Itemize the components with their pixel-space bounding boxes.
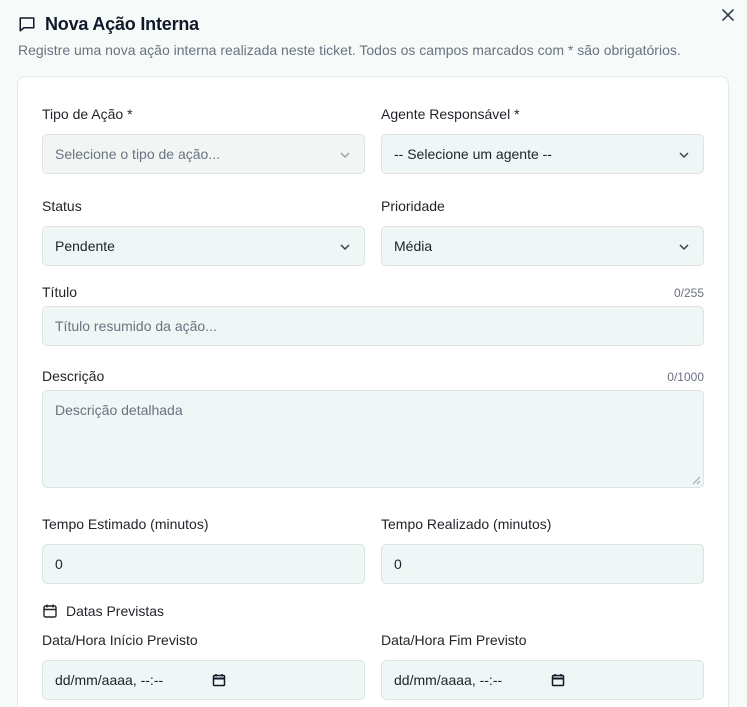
titulo-input[interactable]: Título resumido da ação... [42, 306, 704, 346]
fim-previsto-label: Data/Hora Fim Previsto [381, 632, 527, 648]
titulo-field: Título 0/255 Título resumido da ação... [42, 284, 704, 346]
tempo-realizado-input[interactable]: 0 [381, 544, 704, 584]
tempo-estimado-input[interactable]: 0 [42, 544, 365, 584]
titulo-counter: 0/255 [673, 286, 704, 300]
tempo-estimado-value: 0 [55, 556, 63, 572]
calendar-icon [43, 604, 57, 618]
inicio-previsto-value: dd/mm/aaaa, --:-- [55, 672, 164, 688]
descricao-placeholder: Descrição detalhada [55, 402, 183, 418]
fim-previsto-input[interactable]: dd/mm/aaaa, --:-- [381, 660, 704, 700]
tempo-realizado-value: 0 [394, 556, 402, 572]
prioridade-field: Prioridade Média [381, 198, 704, 266]
tipo-acao-field: Tipo de Ação * Selecione o tipo de ação.… [42, 106, 365, 174]
descricao-field: Descrição 0/1000 Descrição detalhada [42, 368, 704, 488]
datas-previstas-label: Datas Previstas [66, 603, 165, 619]
inicio-previsto-field: Data/Hora Início Previsto dd/mm/aaaa, --… [42, 632, 365, 700]
descricao-counter: 0/1000 [667, 370, 704, 384]
descricao-label: Descrição [42, 368, 105, 384]
close-button[interactable] [719, 6, 737, 24]
agente-value: -- Selecione um agente -- [394, 146, 552, 162]
tempo-realizado-field: Tempo Realizado (minutos) 0 [381, 516, 704, 584]
chevron-down-icon [679, 152, 689, 159]
tempo-realizado-label: Tempo Realizado (minutos) [381, 516, 552, 532]
calendar-picker-icon[interactable] [212, 673, 226, 687]
prioridade-label: Prioridade [381, 198, 445, 214]
status-label: Status [42, 198, 82, 214]
titulo-label: Título [42, 284, 78, 300]
agente-select[interactable]: -- Selecione um agente -- [381, 134, 704, 174]
resize-handle-icon[interactable] [692, 476, 701, 485]
prioridade-select[interactable]: Média [381, 226, 704, 266]
inicio-previsto-input[interactable]: dd/mm/aaaa, --:-- [42, 660, 365, 700]
calendar-picker-icon[interactable] [551, 673, 565, 687]
status-select[interactable]: Pendente [42, 226, 365, 266]
chevron-down-icon [679, 244, 689, 251]
tempo-estimado-field: Tempo Estimado (minutos) 0 [42, 516, 365, 584]
status-value: Pendente [55, 238, 115, 254]
tipo-acao-label: Tipo de Ação * [42, 106, 133, 122]
message-square-icon [18, 15, 36, 33]
chevron-down-icon [340, 244, 350, 251]
prioridade-value: Média [394, 238, 433, 254]
title-row: Nova Ação Interna [18, 12, 729, 36]
fim-previsto-field: Data/Hora Fim Previsto dd/mm/aaaa, --:-- [381, 632, 704, 700]
status-field: Status Pendente [42, 198, 365, 266]
agente-label: Agente Responsável * [381, 106, 520, 122]
titulo-placeholder: Título resumido da ação... [55, 318, 217, 334]
tipo-acao-select[interactable]: Selecione o tipo de ação... [42, 134, 365, 174]
tempo-estimado-label: Tempo Estimado (minutos) [42, 516, 209, 532]
close-icon [722, 9, 734, 21]
dialog-subtitle: Registre uma nova ação interna realizada… [18, 42, 681, 58]
dialog: Nova Ação Interna Registre uma nova ação… [0, 0, 747, 707]
inicio-previsto-label: Data/Hora Início Previsto [42, 632, 198, 648]
form-card: Tipo de Ação * Selecione o tipo de ação.… [17, 76, 729, 707]
fim-previsto-value: dd/mm/aaaa, --:-- [394, 672, 503, 688]
dialog-title: Nova Ação Interna [45, 13, 199, 34]
tipo-acao-placeholder: Selecione o tipo de ação... [55, 146, 221, 162]
datas-previstas-heading: Datas Previstas [42, 603, 164, 619]
dialog-header: Nova Ação Interna Registre uma nova ação… [18, 12, 729, 59]
agente-field: Agente Responsável * -- Selecione um age… [381, 106, 704, 174]
chevron-down-icon [340, 152, 350, 159]
descricao-textarea[interactable]: Descrição detalhada [42, 390, 704, 488]
